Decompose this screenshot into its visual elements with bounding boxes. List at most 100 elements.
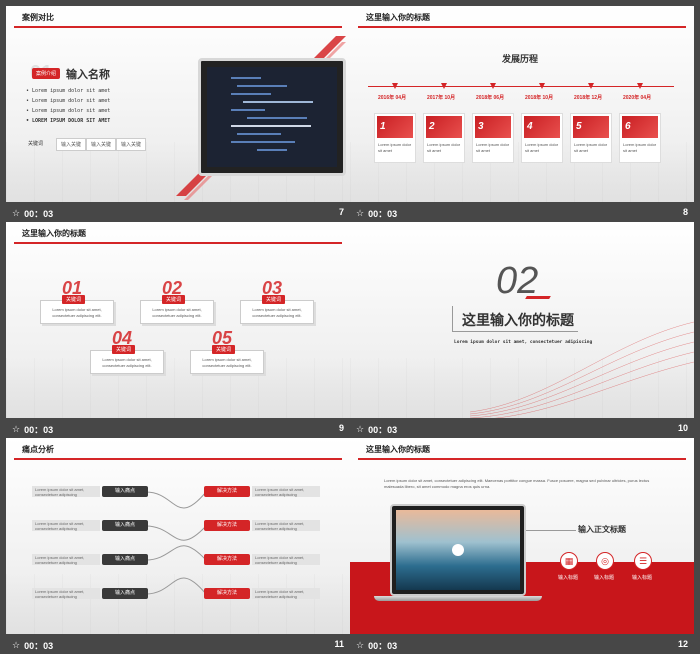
timeline-date: 2018年 06月 bbox=[476, 95, 505, 101]
bullet-2: • Lorem ipsum dolor sit amet bbox=[26, 98, 111, 104]
slide-footer: ☆ 00：03 7 bbox=[6, 202, 350, 222]
title-divider bbox=[358, 458, 686, 460]
section-underline bbox=[525, 296, 551, 299]
bullet-1: • Lorem ipsum dolor sit amet bbox=[26, 88, 111, 94]
section-subtitle: Lorem ipsum dolor sit amet, consectetuer… bbox=[454, 340, 593, 345]
slide-title: 这里输入你的标题 bbox=[366, 445, 430, 454]
slide-thumbnail-8[interactable]: 这里输入你的标题 发展历程 2016年 04月 2017年 10月 2018年 … bbox=[350, 6, 694, 222]
icon-label: 输入标题 bbox=[632, 575, 653, 581]
connector-lines bbox=[146, 491, 206, 595]
bullet-3: • Lorem ipsum dolor sit amet bbox=[26, 108, 111, 114]
pain-desc: Lorem ipsum dolor sit amet, consectetuer… bbox=[32, 520, 100, 531]
bullet-4: • LOREM IPSUM DOLOR SIT AMET bbox=[26, 118, 111, 124]
list-icon: ☰ bbox=[634, 552, 652, 570]
slide-thumbnail-7[interactable]: 案例对比 01 案例介绍 输入名称 • Lorem ipsum dolor si… bbox=[6, 6, 350, 222]
timeline-marker bbox=[539, 83, 545, 89]
title-divider bbox=[358, 26, 686, 28]
star-icon: ☆ bbox=[356, 424, 365, 434]
star-icon: ☆ bbox=[12, 208, 21, 218]
timeline-marker bbox=[441, 83, 447, 89]
timeline-date: 2018年 10月 bbox=[525, 95, 554, 101]
apple-logo-icon bbox=[452, 544, 464, 556]
keyword-chip: 输入关键 bbox=[116, 138, 147, 151]
slide-canvas: 案例对比 01 案例介绍 输入名称 • Lorem ipsum dolor si… bbox=[6, 6, 350, 202]
timeline-card: 6 Lorem ipsum dolor sit amet bbox=[619, 113, 661, 163]
slide-footer: ☆ 00：03 11 bbox=[6, 634, 350, 654]
slide-canvas: 痛点分析 Lorem ipsum dolor sit amet, consect… bbox=[6, 438, 350, 634]
timeline-card: 4 Lorem ipsum dolor sit amet bbox=[521, 113, 563, 163]
keyword-chip: 输入关键 bbox=[86, 138, 117, 151]
keyword-chip: 输入关键 bbox=[56, 138, 87, 151]
icon-label: 输入标题 bbox=[594, 575, 615, 581]
timeline-card: 2 Lorem ipsum dolor sit amet bbox=[423, 113, 465, 163]
slide-title: 这里输入你的标题 bbox=[22, 229, 86, 238]
pain-desc: Lorem ipsum dolor sit amet, consectetuer… bbox=[32, 486, 100, 497]
section-heading: 这里输入你的标题 bbox=[462, 312, 574, 328]
slide-title: 这里输入你的标题 bbox=[366, 13, 430, 22]
pain-point-pill: 输入痛点 bbox=[102, 520, 148, 531]
timeline-date: 2016年 04月 bbox=[378, 95, 407, 101]
timeline-marker bbox=[392, 83, 398, 89]
star-icon: ☆ bbox=[356, 208, 365, 218]
slide-footer: ☆ 00：03 9 bbox=[6, 418, 350, 438]
solution-desc: Lorem ipsum dolor sit amet, consectetuer… bbox=[252, 554, 320, 565]
pain-point-pill: 输入痛点 bbox=[102, 486, 148, 497]
slide-canvas: 这里输入你的标题 发展历程 2016年 04月 2017年 10月 2018年 … bbox=[350, 6, 694, 202]
timeline-marker bbox=[637, 83, 643, 89]
slide-thumbnail-12[interactable]: 这里输入你的标题 Lorem ipsum dolor sit amet, con… bbox=[350, 438, 694, 654]
case-tag: 案例介绍 bbox=[32, 68, 61, 79]
slide-footer: ☆ 00：03 8 bbox=[350, 202, 694, 222]
keyword-label: 关键词 bbox=[28, 141, 44, 147]
body-paragraph: Lorem ipsum dolor sit amet, consectetuer… bbox=[384, 478, 650, 489]
keyword-tag: 关键词 bbox=[212, 345, 236, 354]
slide-timing: 00：03 bbox=[368, 641, 398, 651]
solution-desc: Lorem ipsum dolor sit amet, consectetuer… bbox=[252, 520, 320, 531]
solution-pill: 解决方法 bbox=[204, 486, 250, 497]
title-divider bbox=[14, 26, 342, 28]
case-heading: 输入名称 bbox=[66, 69, 110, 81]
slide-thumbnail-10[interactable]: 02 这里输入你的标题 Lorem ipsum dolor sit amet, … bbox=[350, 222, 694, 438]
solution-desc: Lorem ipsum dolor sit amet, consectetuer… bbox=[252, 486, 320, 497]
calendar-icon: ▦ bbox=[560, 552, 578, 570]
star-icon: ☆ bbox=[12, 640, 21, 650]
title-divider bbox=[14, 242, 342, 244]
timeline-card: 1 Lorem ipsum dolor sit amet bbox=[374, 113, 416, 163]
keyword-tag: 关键词 bbox=[262, 295, 286, 304]
slide-thumbnail-11[interactable]: 痛点分析 Lorem ipsum dolor sit amet, consect… bbox=[6, 438, 350, 654]
title-divider bbox=[14, 458, 342, 460]
slide-number: 10 bbox=[677, 423, 688, 433]
star-icon: ☆ bbox=[356, 640, 365, 650]
pain-point-pill: 输入痛点 bbox=[102, 554, 148, 565]
pain-desc: Lorem ipsum dolor sit amet, consectetuer… bbox=[32, 554, 100, 565]
slide-title: 痛点分析 bbox=[22, 445, 54, 454]
keyword-tag: 关键词 bbox=[112, 345, 136, 354]
solution-desc: Lorem ipsum dolor sit amet, consectetuer… bbox=[252, 588, 320, 599]
globe-icon: ◎ bbox=[596, 552, 614, 570]
timeline-date: 2020年 04月 bbox=[623, 95, 652, 101]
slide-footer: ☆ 00：03 12 bbox=[350, 634, 694, 654]
star-icon: ☆ bbox=[12, 424, 21, 434]
keyword-tag: 关键词 bbox=[62, 295, 86, 304]
callout-line bbox=[526, 530, 576, 531]
slide-canvas: 02 这里输入你的标题 Lorem ipsum dolor sit amet, … bbox=[350, 222, 694, 418]
timeline-line bbox=[368, 86, 674, 87]
slide-thumbnail-9[interactable]: 这里输入你的标题 01 Lorem ipsum dolor sit amet, … bbox=[6, 222, 350, 438]
laptop-image bbox=[390, 504, 526, 596]
solution-pill: 解决方法 bbox=[204, 588, 250, 599]
slide-canvas: 这里输入你的标题 Lorem ipsum dolor sit amet, con… bbox=[350, 438, 694, 634]
solution-pill: 解决方法 bbox=[204, 554, 250, 565]
timeline-date: 2017年 10月 bbox=[427, 95, 456, 101]
slide-number: 9 bbox=[338, 423, 344, 433]
slide-footer: ☆ 00：03 10 bbox=[350, 418, 694, 438]
icon-label: 输入标题 bbox=[558, 575, 579, 581]
slide-timing: 00：03 bbox=[24, 425, 54, 435]
solution-pill: 解决方法 bbox=[204, 520, 250, 531]
timeline-card: 3 Lorem ipsum dolor sit amet bbox=[472, 113, 514, 163]
monitor-image bbox=[198, 58, 346, 176]
slide-number: 8 bbox=[682, 207, 688, 217]
pain-point-pill: 输入痛点 bbox=[102, 588, 148, 599]
slide-timing: 00：03 bbox=[368, 209, 398, 219]
slide-number: 7 bbox=[338, 207, 344, 217]
timeline-heading: 发展历程 bbox=[502, 54, 539, 64]
laptop-base bbox=[374, 596, 542, 601]
